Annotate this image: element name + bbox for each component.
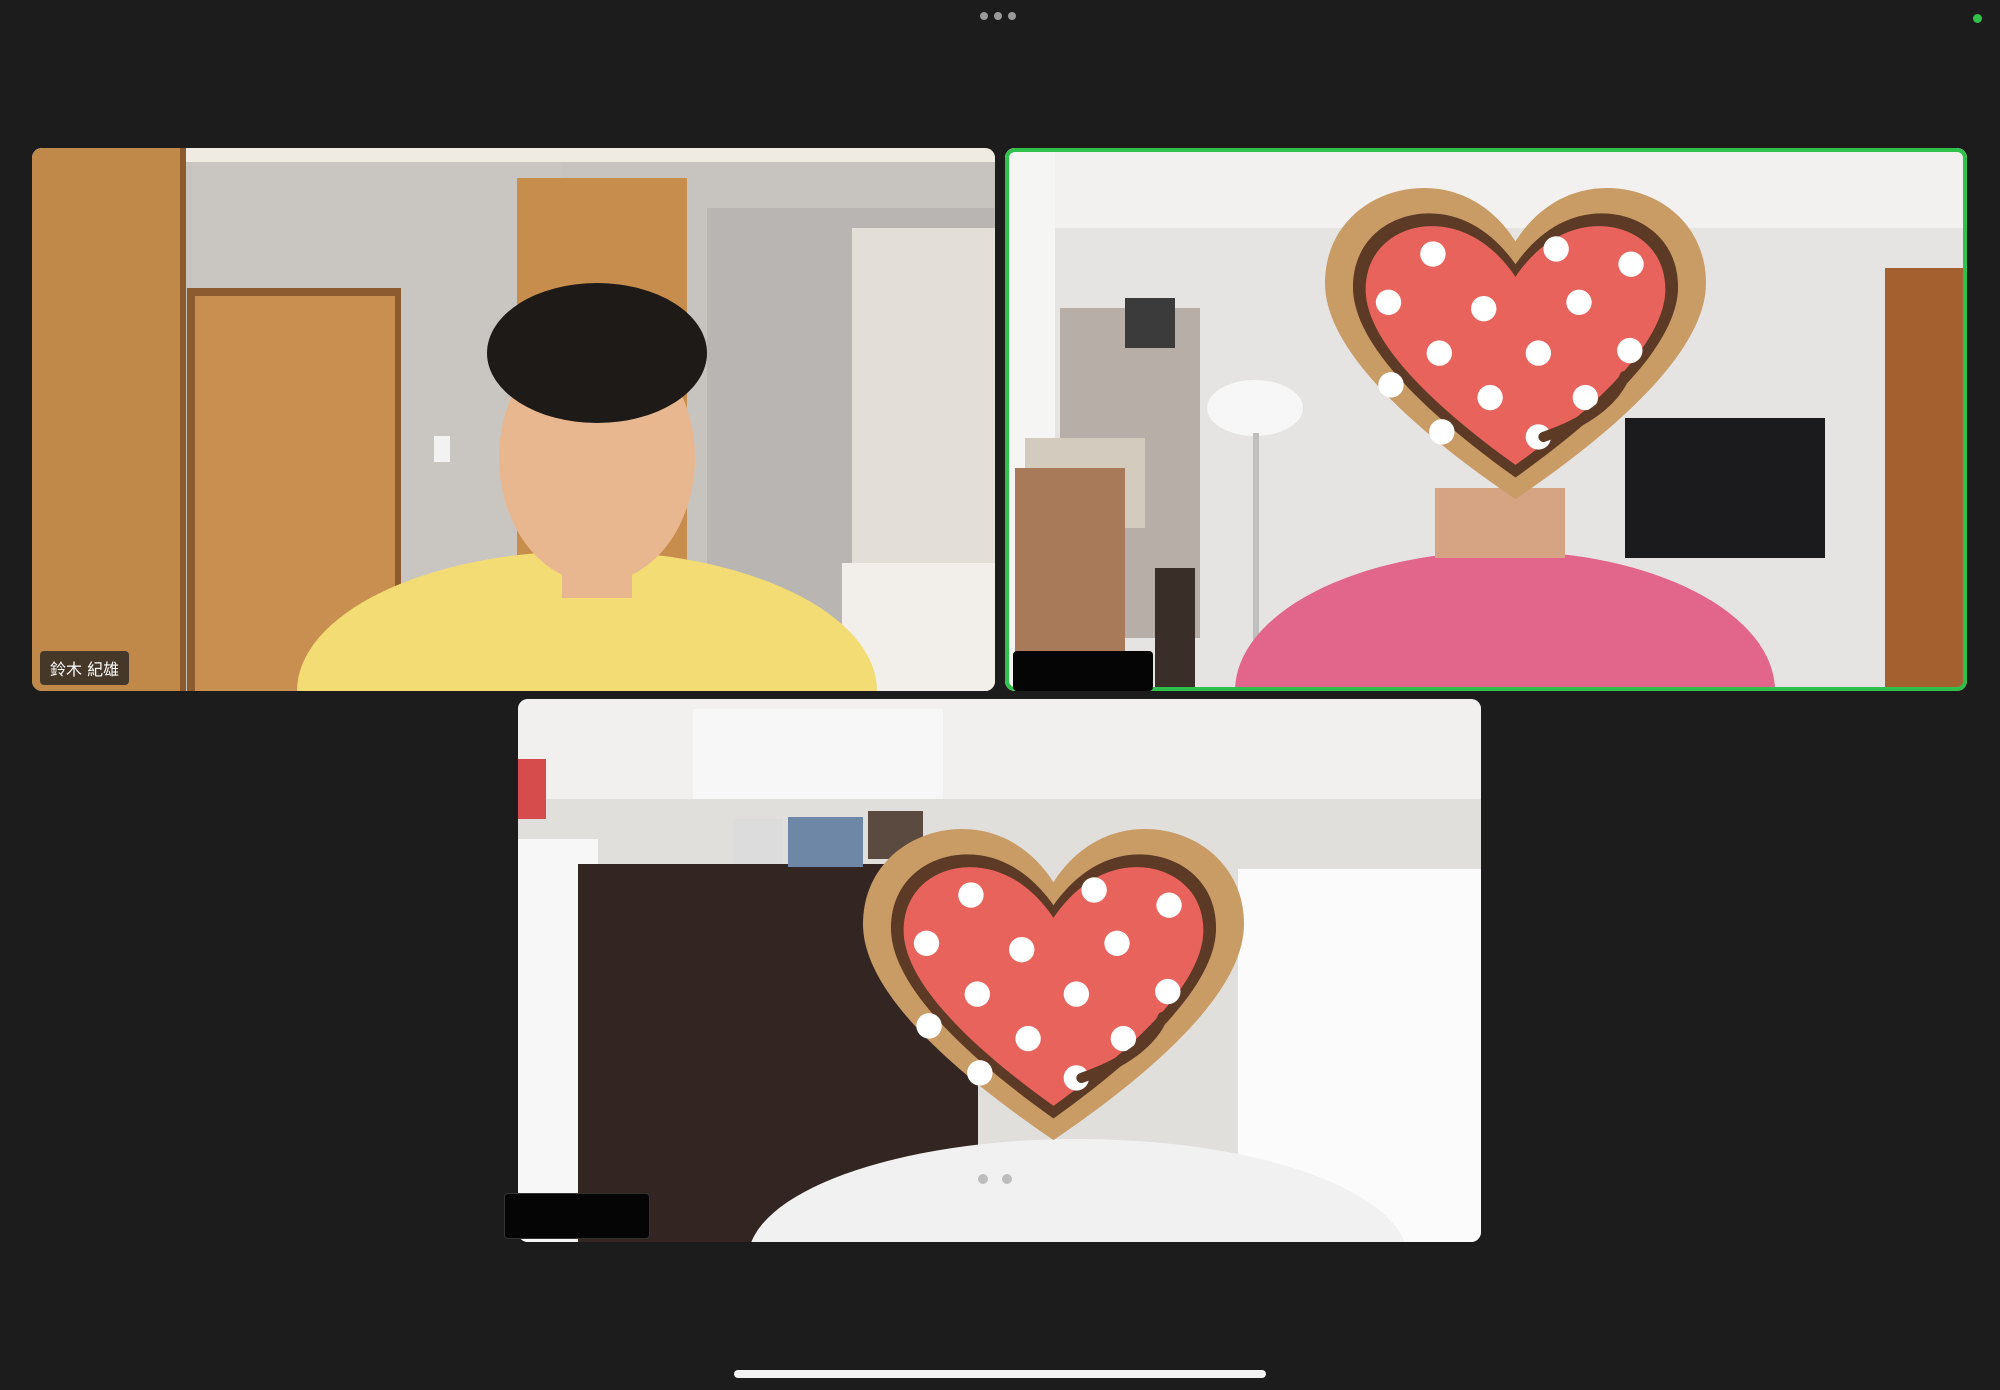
page-dot[interactable] bbox=[978, 1174, 988, 1184]
participant-name-redacted bbox=[1013, 651, 1153, 691]
gallery-page-indicator[interactable] bbox=[978, 1174, 1012, 1184]
participant-3-video bbox=[518, 699, 1481, 1242]
video-tile-participant-1[interactable]: 鈴木 紀雄 bbox=[32, 148, 995, 691]
more-options-icon[interactable] bbox=[980, 12, 1016, 20]
page-dot[interactable] bbox=[1002, 1174, 1012, 1184]
participant-name-redacted bbox=[504, 1193, 650, 1239]
participant-2-video bbox=[1005, 148, 1967, 691]
video-tile-participant-3[interactable] bbox=[518, 699, 1481, 1242]
participant-name-label: 鈴木 紀雄 bbox=[40, 651, 130, 685]
home-indicator[interactable] bbox=[734, 1370, 1266, 1378]
video-tile-participant-2[interactable] bbox=[1005, 148, 1967, 691]
status-indicator bbox=[1973, 14, 1982, 23]
participant-1-video bbox=[32, 148, 995, 691]
